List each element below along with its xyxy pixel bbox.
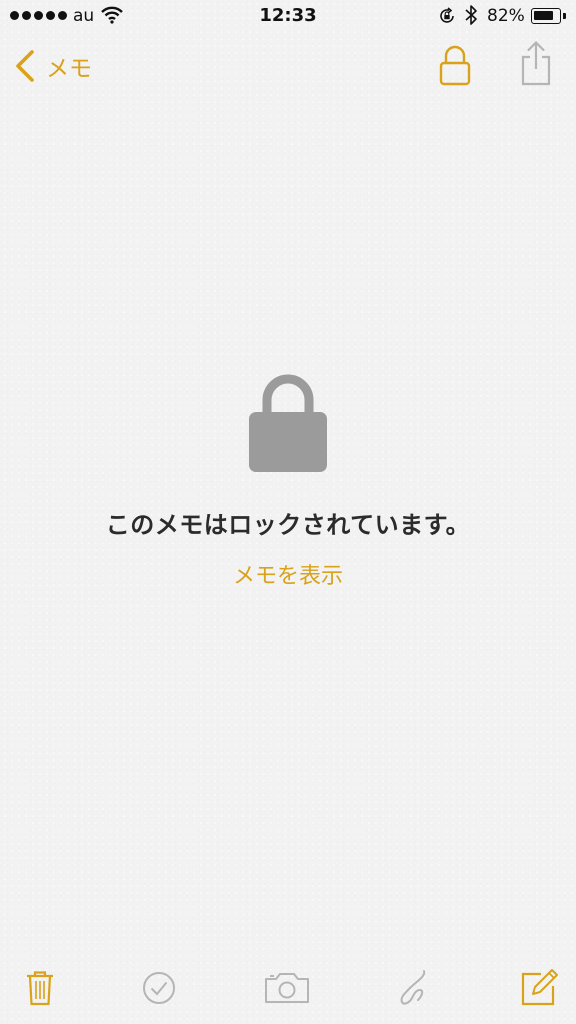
sketch-button[interactable] [396, 968, 434, 1008]
navigation-bar: メモ [0, 34, 576, 98]
sketch-icon [400, 970, 426, 1005]
battery-percent: 82% [487, 6, 525, 26]
checklist-button[interactable] [142, 971, 176, 1005]
battery-fill [534, 11, 553, 20]
rotation-lock-icon [440, 7, 454, 23]
checklist-icon [143, 972, 175, 1004]
compose-icon [521, 969, 558, 1006]
show-note-button[interactable]: メモを表示 [0, 558, 576, 590]
chevron-left-icon [16, 50, 34, 82]
bluetooth-icon [465, 5, 477, 25]
share-icon[interactable] [518, 40, 554, 86]
back-button[interactable]: メモ [14, 46, 92, 86]
bottom-toolbar [0, 960, 576, 1024]
camera-button[interactable] [264, 972, 310, 1004]
locked-message: このメモはロックされています。 [105, 511, 471, 539]
delete-button[interactable] [26, 970, 54, 1006]
battery-icon [531, 8, 561, 24]
camera-icon [265, 973, 309, 1003]
status-bar: au 12:33 82% [0, 0, 576, 34]
compose-button[interactable] [519, 968, 559, 1008]
battery-tip [563, 13, 566, 19]
back-button-label: メモ [46, 56, 92, 82]
large-lock-icon [249, 374, 327, 472]
notes-screen: au 12:33 82% メモ このメモはロックされています。 メモを表示 [0, 0, 576, 1024]
lock-icon[interactable] [438, 44, 472, 86]
trash-icon [27, 971, 53, 1006]
